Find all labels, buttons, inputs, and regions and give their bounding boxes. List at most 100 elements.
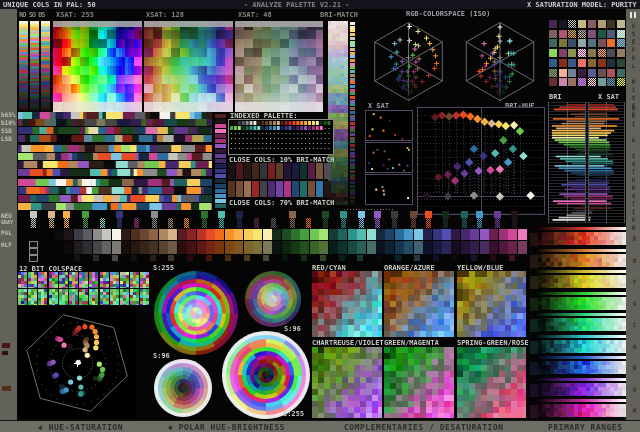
close-col-swatch [292,181,299,197]
tube-top [62,211,70,218]
comp-label-4: GREEN/MAGENTA [384,339,439,347]
palette-chip [215,139,226,143]
bri-hue-plot [417,107,545,215]
palette-chip [215,174,226,178]
footer-hue-saturation: ✱ HUE-SATURATION [38,423,124,432]
range-thin-strip [534,291,626,295]
xsat128-header: XSAT: 128 [146,11,184,19]
bri-match-chip [350,25,355,29]
palette-chip [215,164,226,168]
hlf-swatch [253,241,263,254]
palette-chip [215,199,226,203]
palette-chip [215,119,226,123]
range-label: G [631,300,638,309]
saturation-model-selector[interactable]: X SATURATION MODEL: PURITY [527,1,637,9]
mix-swatch [558,58,567,67]
polar-s255b-label: S:255 [283,410,305,418]
colspace-tiles [18,272,150,306]
hlf-small-swatch [357,255,364,261]
tube-stem [374,218,380,228]
range-label: A [631,343,638,352]
mix-swatch [568,49,577,58]
bri-match-chip [350,121,355,125]
range-chip [530,383,538,397]
mix-swatch [587,29,596,38]
hlf-small-swatch [300,255,307,261]
bri-match-chip [350,59,355,62]
bri-match-chip [350,62,355,66]
pal-swatch [357,229,367,240]
tube-stem [410,218,416,228]
hlf-swatch [451,241,461,254]
colspace-tile [38,272,48,288]
pal-swatch [470,229,480,240]
hlf-small-swatch [262,255,269,261]
mix-swatch [549,78,557,87]
hlf-small-swatch [111,255,118,261]
sidebar-chip [2,343,10,348]
mix-swatch [616,49,625,58]
range-thin-strip [534,270,626,273]
primary-ranges [528,225,626,420]
mix-swatch [549,39,557,48]
comp-tile-3 [312,347,382,418]
tube-top [391,211,399,218]
right-sidebar: USEFUL MIXES BRI & SATURATION ROYGCABVM [626,9,640,420]
pal-swatch [243,229,253,240]
range-thin-strip [534,399,626,402]
colspace-tile [28,272,38,288]
polar-circle-s96b [154,359,212,417]
mix-swatch [568,68,577,77]
bri-match-chip [350,181,355,185]
mix-swatch [607,68,616,77]
bri-match-chip [350,199,355,203]
mix-swatch [597,68,606,77]
range-label: M [631,408,638,416]
mix-swatch [616,39,625,48]
bri-match-chip [350,125,355,129]
mix-swatch [597,29,606,38]
pal-swatch [121,229,131,240]
pal-swatch [479,229,489,240]
range-thin-strip [534,356,626,359]
hlf-swatch [224,241,234,254]
tube-stem [322,218,328,228]
range-label: C [631,322,638,330]
pal-swatch [432,229,442,240]
sidebar-chip [2,351,8,355]
tube-top [409,211,417,218]
useful-mixes-grid [549,20,626,88]
range-thin-strip [534,334,626,338]
mix-swatch [607,58,616,67]
label-neu: NEU [1,213,12,220]
bri-match-chip [350,29,355,33]
hlf-small-swatch [319,255,326,261]
xsat255-header: XSAT: 255 [56,11,94,19]
colspace-tile [18,289,27,305]
tube-top [150,211,158,218]
sorted-strip [18,135,212,142]
label-pal: PAL [1,230,12,237]
mix-swatch [568,39,577,48]
rgb-cube-brihue [452,16,547,104]
mix-swatch [549,20,557,28]
sorted-strip [18,179,212,186]
hue-sat-map-48 [235,21,323,112]
hlf-small-swatch [414,255,421,261]
close-col-swatch [228,163,235,179]
hlf-swatch [215,241,225,254]
mix-swatch [578,68,587,77]
mix-swatch [549,49,557,58]
pal-swatch [149,229,159,240]
pal-swatch [451,229,461,240]
sorted-strip [18,153,212,160]
pal-swatch [442,229,452,240]
label-gray: GRAY [1,220,14,226]
tube-top [373,211,381,218]
range-label: O [631,257,638,266]
tube-stem [49,218,55,228]
hlf-swatch [366,241,376,254]
label-lsd: LSD [1,136,12,143]
hlf-swatch [73,241,83,254]
hlf-swatch [394,241,404,254]
